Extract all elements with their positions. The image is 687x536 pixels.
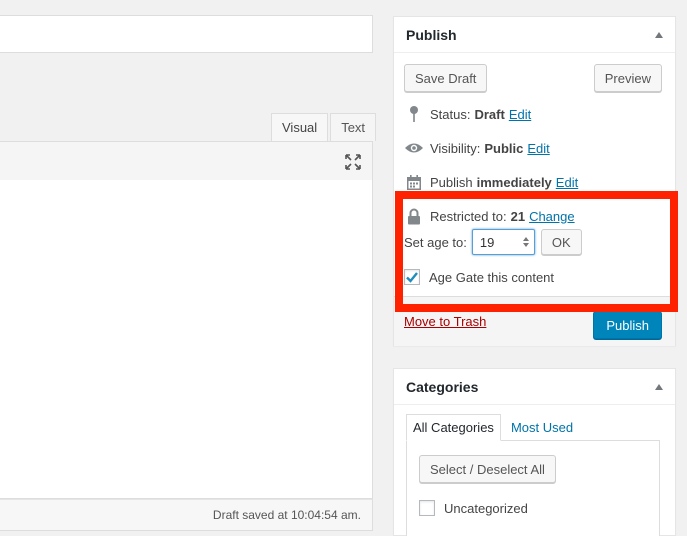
editor-toolbar — [0, 141, 373, 181]
category-tabs: All Categories Most Used — [406, 414, 579, 441]
category-item: Uncategorized — [419, 500, 528, 516]
status-label: Status: — [430, 106, 471, 122]
publish-schedule-row: Publish immediately Edit — [404, 173, 578, 191]
publish-button[interactable]: Publish — [593, 311, 662, 339]
draft-saved-status: Draft saved at 10:04:54 am. — [212, 508, 361, 522]
editor-tabs: Visual Text — [269, 113, 377, 141]
pin-icon — [404, 105, 424, 123]
visibility-edit-link[interactable]: Edit — [527, 141, 549, 156]
editor-content-area[interactable] — [0, 180, 373, 499]
categories-box-title: Categories — [406, 378, 479, 395]
publish-value: immediately — [476, 174, 552, 190]
visibility-value: Public — [484, 140, 524, 156]
editor-status-bar: Draft saved at 10:04:54 am. — [0, 499, 373, 531]
category-list-panel: Select / Deselect All Uncategorized — [406, 440, 660, 536]
fullscreen-icon[interactable] — [344, 153, 362, 171]
calendar-icon — [404, 173, 424, 191]
collapse-toggle-icon[interactable] — [655, 32, 663, 38]
categories-box: Categories All Categories Most Used Sele… — [393, 368, 676, 536]
tab-text[interactable]: Text — [330, 113, 377, 141]
move-to-trash-link[interactable]: Move to Trash — [404, 314, 486, 329]
eye-icon — [404, 139, 424, 157]
status-edit-link[interactable]: Edit — [509, 107, 531, 122]
publish-label: Publish — [430, 174, 473, 190]
tab-most-used[interactable]: Most Used — [505, 414, 579, 441]
visibility-label: Visibility: — [430, 140, 481, 156]
publish-box-header[interactable]: Publish — [394, 17, 675, 53]
save-draft-button[interactable]: Save Draft — [404, 64, 488, 92]
post-title-input[interactable] — [0, 15, 373, 53]
visibility-row: Visibility: Public Edit — [404, 139, 550, 157]
select-deselect-all-button[interactable]: Select / Deselect All — [419, 455, 556, 483]
preview-button[interactable]: Preview — [593, 64, 662, 92]
tab-visual[interactable]: Visual — [271, 113, 329, 141]
status-row: Status: Draft Edit — [404, 105, 531, 123]
highlight-box — [395, 191, 678, 312]
publish-edit-link[interactable]: Edit — [556, 175, 578, 190]
category-checkbox[interactable] — [419, 500, 435, 516]
status-value: Draft — [474, 106, 505, 122]
category-label: Uncategorized — [444, 500, 528, 516]
publish-box-title: Publish — [406, 26, 457, 43]
categories-box-header[interactable]: Categories — [394, 369, 675, 405]
tab-all-categories[interactable]: All Categories — [406, 414, 501, 441]
collapse-toggle-icon[interactable] — [655, 384, 663, 390]
